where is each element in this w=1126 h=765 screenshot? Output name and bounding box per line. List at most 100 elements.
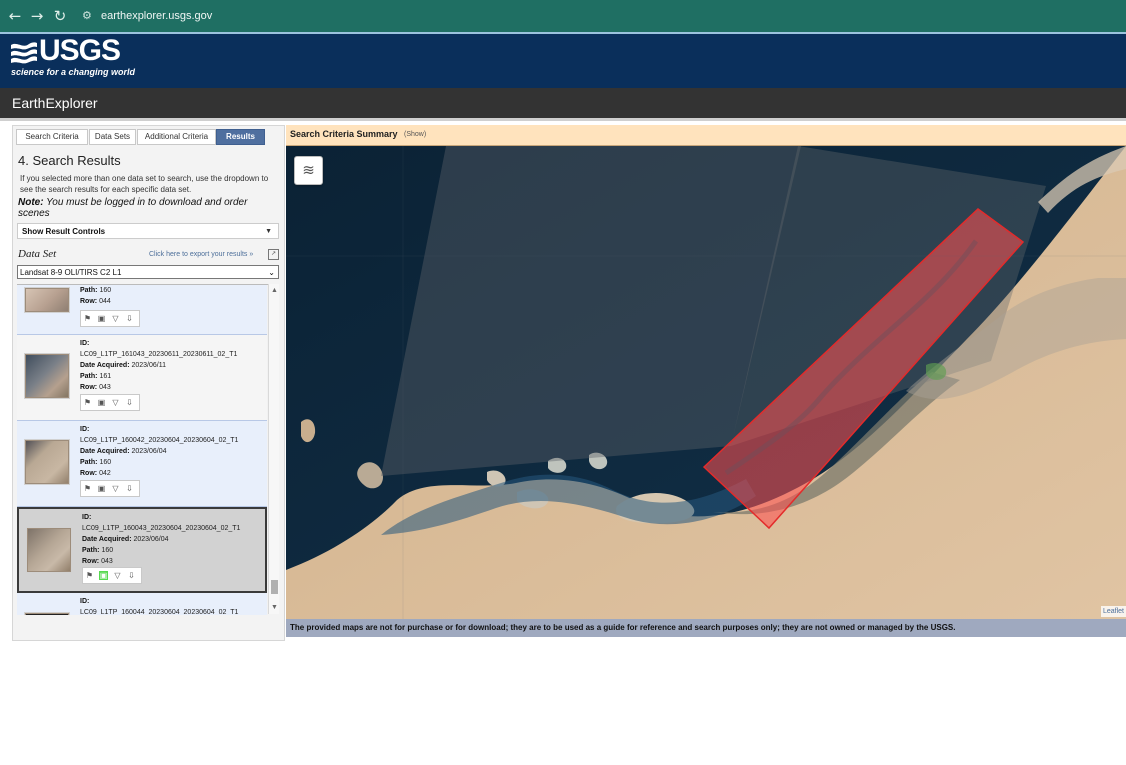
date-label: Date Acquired: [80,448,130,455]
login-note: Note: You must be logged in to download … [18,197,278,219]
id-label: ID: [82,514,92,521]
footprint-icon[interactable]: ⚑ [83,398,92,407]
result-row: 042 [99,470,111,477]
browse-overlay-icon[interactable]: ▣ [97,314,106,323]
reload-button[interactable]: ↻ [51,7,69,25]
result-path: 160 [101,547,114,554]
path-label: Path: [80,373,98,380]
result-thumbnail[interactable] [26,527,72,573]
chevron-down-icon: ⌄ [268,268,275,277]
app-title: EarthExplorer [12,95,98,111]
external-link-icon[interactable]: ↗ [268,249,279,260]
data-set-label: Data Set [18,248,57,260]
search-results-heading: 4. Search Results [18,153,121,168]
result-date: 2023/06/11 [131,362,166,369]
selected-data-set: Landsat 8-9 OLI/TIRS C2 L1 [20,268,122,277]
result-row: 043 [99,384,111,391]
compare-icon[interactable]: ▽ [111,484,120,493]
result-date: 2023/06/04 [133,536,169,543]
forward-button[interactable]: → [28,7,46,25]
compare-icon[interactable]: ▽ [111,314,120,323]
compare-icon[interactable]: ▽ [111,398,120,407]
leaflet-attribution[interactable]: Leaflet [1100,606,1126,617]
browse-overlay-icon[interactable]: ▣ [99,571,108,580]
layers-button[interactable]: ≋ [294,156,323,185]
path-label: Path: [82,547,100,554]
data-set-select[interactable]: Landsat 8-9 OLI/TIRS C2 L1 ⌄ [17,265,279,279]
scroll-down-icon[interactable]: ▼ [270,603,279,612]
result-thumbnail[interactable] [24,612,70,615]
result-path: 160 [99,459,112,466]
row-label: Row: [82,558,100,565]
tab-results[interactable]: Results [216,129,265,145]
summary-show-link[interactable]: (Show) [404,131,426,138]
path-label: Path: [80,287,98,294]
address-bar[interactable]: earthexplorer.usgs.gov [101,9,212,23]
logo-text: USGS [39,34,121,67]
row-label: Row: [80,384,98,391]
result-item[interactable]: ID: LC09_L1TP_160042_20230604_20230604_0… [17,421,267,507]
download-icon[interactable]: ⇩ [127,571,136,580]
result-actions: ⚑ ▣ ▽ ⇩ [80,310,140,327]
tab-additional-criteria[interactable]: Additional Criteria [137,129,216,145]
result-item[interactable]: ID: LC09_L1TP_161043_20230611_20230611_0… [17,335,267,421]
note-label: Note: [18,197,44,208]
search-criteria-summary-title: Search Criteria Summary [290,129,398,139]
browse-overlay-icon[interactable]: ▣ [97,398,106,407]
tab-search-criteria[interactable]: Search Criteria [16,129,88,145]
result-metadata: Path: 160 Row: 044 [80,285,111,307]
result-thumbnail[interactable] [24,439,70,485]
search-results-help: If you selected more than one data set t… [20,174,269,194]
browser-toolbar: ← → ↻ ⚙ earthexplorer.usgs.gov [0,0,1126,32]
map-disclaimer: The provided maps are not for purchase o… [286,619,1126,637]
download-icon[interactable]: ⇩ [125,398,134,407]
row-label: Row: [80,470,98,477]
results-scrollbar[interactable]: ▲ ▼ [268,284,279,614]
footprint-icon[interactable]: ⚑ [83,484,92,493]
footprint-icon[interactable]: ⚑ [83,314,92,323]
show-result-controls[interactable]: Show Result Controls ▼ [17,223,279,239]
result-item[interactable]: Path: 160 Row: 044 ⚑ ▣ ▽ ⇩ [17,285,267,335]
dropdown-arrow-icon: ▼ [265,228,272,235]
search-results-list[interactable]: Path: 160 Row: 044 ⚑ ▣ ▽ ⇩ ID: LC09_L1TP… [17,284,268,615]
result-actions: ⚑ ▣ ▽ ⇩ [82,567,142,584]
result-date: 2023/06/04 [131,448,167,455]
result-id: LC09_L1TP_161043_20230611_20230611_02_T1 [80,351,238,358]
search-criteria-summary-bar[interactable]: Search Criteria Summary (Show) [286,125,1126,146]
back-button[interactable]: ← [6,7,24,25]
date-label: Date Acquired: [80,362,130,369]
id-label: ID: [80,340,90,347]
scroll-thumb[interactable] [271,580,278,594]
result-item[interactable]: ID: LC09_L1TP_160044_20230604_20230604_0… [17,593,267,615]
compare-icon[interactable]: ▽ [113,571,122,580]
browse-overlay-icon[interactable]: ▣ [97,484,106,493]
usgs-logo[interactable]: USGS science for a changing world [11,35,135,83]
result-thumbnail[interactable] [24,287,70,313]
map-view[interactable] [286,146,1126,619]
result-item-selected[interactable]: ID: LC09_L1TP_160043_20230604_20230604_0… [17,507,267,593]
scroll-up-icon[interactable]: ▲ [270,286,279,295]
result-row: 043 [101,558,113,565]
result-metadata: ID: LC09_L1TP_160043_20230604_20230604_0… [82,512,240,567]
logo-tagline: science for a changing world [11,67,136,77]
download-icon[interactable]: ⇩ [125,314,134,323]
result-actions: ⚑ ▣ ▽ ⇩ [80,480,140,497]
tab-data-sets[interactable]: Data Sets [89,129,136,145]
result-metadata: ID: LC09_L1TP_160042_20230604_20230604_0… [80,424,238,479]
row-label: Row: [80,298,98,305]
result-id: LC09_L1TP_160044_20230604_20230604_02_T1 [80,609,239,615]
result-id: LC09_L1TP_160043_20230604_20230604_02_T1 [82,525,241,532]
download-icon[interactable]: ⇩ [125,484,134,493]
result-path: 160 [99,287,112,294]
footprint-icon[interactable]: ⚑ [85,571,94,580]
usgs-header [0,32,1126,88]
date-label: Date Acquired: [82,536,132,543]
site-info-icon[interactable]: ⚙ [82,9,96,23]
id-label: ID: [80,598,90,605]
result-thumbnail[interactable] [24,353,70,399]
show-result-controls-label: Show Result Controls [22,227,106,236]
result-path: 161 [99,373,112,380]
export-results-link[interactable]: Click here to export your results » [149,251,253,258]
app-title-bar: EarthExplorer [0,88,1126,121]
layers-icon: ≋ [302,162,315,179]
